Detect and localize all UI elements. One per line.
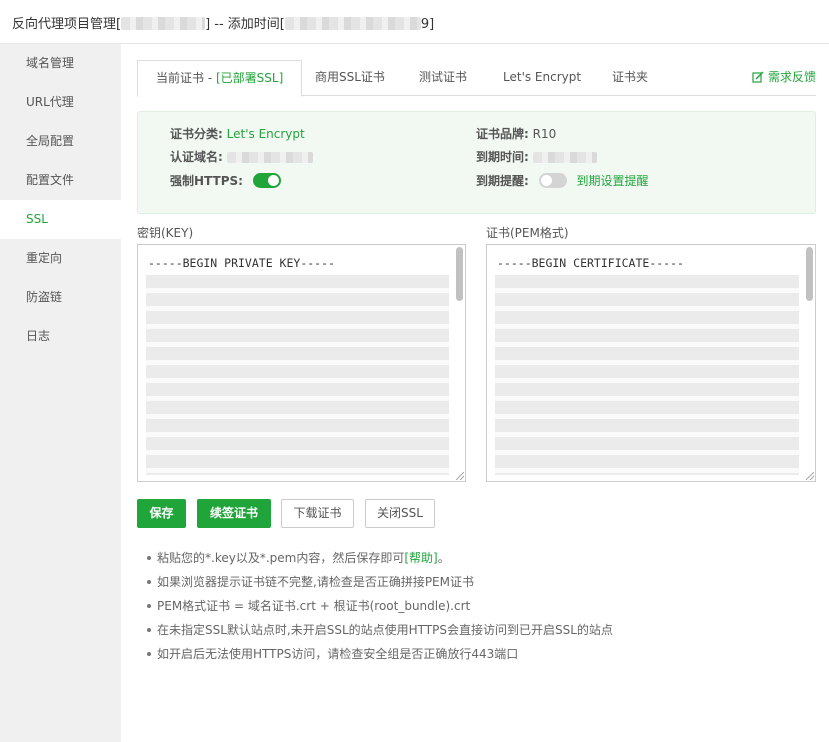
toggle-knob xyxy=(267,175,279,186)
sidebar-item-config-file[interactable]: 配置文件 xyxy=(0,161,121,200)
key-resize-handle[interactable] xyxy=(456,472,464,480)
title-suffix: 9] xyxy=(420,17,435,32)
help-link[interactable]: [帮助] xyxy=(404,551,437,565)
sidebar-item-domain[interactable]: 域名管理 xyxy=(0,44,121,83)
sidebar-item-global-config[interactable]: 全局配置 xyxy=(0,122,121,161)
tips-list: 粘贴您的*.key以及*.pem内容，然后保存即可[帮助]。 如果浏览器提示证书… xyxy=(147,546,613,666)
cert-resize-handle[interactable] xyxy=(806,472,814,480)
feedback-link[interactable]: 需求反馈 xyxy=(752,60,816,94)
save-button[interactable]: 保存 xyxy=(137,499,186,528)
close-ssl-button[interactable]: 关闭SSL xyxy=(365,499,435,528)
redacted-expire-time xyxy=(532,152,597,163)
sidebar-item-hotlink[interactable]: 防盗链 xyxy=(0,278,121,317)
tab-current-cert[interactable]: 当前证书 - [已部署SSL] xyxy=(137,60,303,97)
expire-remind-toggle[interactable] xyxy=(538,173,567,188)
sidebar-item-logs[interactable]: 日志 xyxy=(0,317,121,356)
key-first-line: -----BEGIN PRIVATE KEY----- xyxy=(148,256,335,270)
renew-cert-button[interactable]: 续签证书 xyxy=(197,499,271,528)
redacted-add-time xyxy=(284,17,421,30)
tab-lets-encrypt[interactable]: Let's Encrypt xyxy=(503,60,581,96)
ssl-tabs: 当前证书 - [已部署SSL] 商用SSL证书 测试证书 Let's Encry… xyxy=(137,60,816,97)
force-https-toggle[interactable] xyxy=(252,173,281,188)
cert-info-panel: 证书分类: Let's Encrypt 认证域名: 强制HTTPS: 证书品牌:… xyxy=(137,111,816,214)
key-label: 密钥(KEY) xyxy=(137,226,194,240)
cert-category-label: 证书分类: xyxy=(170,127,223,141)
tip-item: PEM格式证书 = 域名证书.crt + 根证书(root_bundle).cr… xyxy=(147,594,613,618)
cert-brand-row: 证书品牌: R10 xyxy=(476,125,556,143)
cert-category-value: Let's Encrypt xyxy=(226,127,305,141)
edit-icon xyxy=(752,71,764,83)
key-scrollbar[interactable] xyxy=(456,247,463,301)
tab-test-cert[interactable]: 测试证书 xyxy=(419,60,467,96)
cert-domain-label: 认证域名: xyxy=(170,150,223,164)
expire-remind-row: 到期提醒: 到期设置提醒 xyxy=(476,172,648,190)
expire-remind-link[interactable]: 到期设置提醒 xyxy=(576,174,648,188)
redacted-key-content xyxy=(146,275,449,475)
tab-current-cert-status: [已部署SSL] xyxy=(215,71,284,85)
redacted-cert-content xyxy=(495,275,799,475)
sidebar-item-redirect[interactable]: 重定向 xyxy=(0,239,121,278)
tip-item: 如果浏览器提示证书链不完整,请检查是否正确拼接PEM证书 xyxy=(147,570,613,594)
feedback-label: 需求反馈 xyxy=(767,70,816,84)
tab-cert-folder[interactable]: 证书夹 xyxy=(612,60,648,96)
tip-item: 粘贴您的*.key以及*.pem内容，然后保存即可[帮助]。 xyxy=(147,546,613,570)
window-titlebar: 反向代理项目管理[ ] -- 添加时间[ 9] xyxy=(0,0,829,44)
cert-brand-value: R10 xyxy=(532,127,557,141)
force-https-label: 强制HTTPS: xyxy=(170,174,243,188)
expire-remind-label: 到期提醒: xyxy=(476,174,529,188)
sidebar-item-url-proxy[interactable]: URL代理 xyxy=(0,83,121,122)
cert-brand-label: 证书品牌: xyxy=(476,127,529,141)
tip1-end: 。 xyxy=(437,551,450,565)
tip-item: 如开启后无法使用HTTPS访问，请检查安全组是否正确放行443端口 xyxy=(147,642,613,666)
cert-label: 证书(PEM格式) xyxy=(486,226,569,240)
window-title: 反向代理项目管理[ ] -- 添加时间[ 9] xyxy=(12,13,434,32)
title-prefix: 反向代理项目管理[ xyxy=(12,17,122,32)
cert-first-line: -----BEGIN CERTIFICATE----- xyxy=(497,256,684,270)
download-cert-button[interactable]: 下载证书 xyxy=(281,499,354,528)
tip1-text: 粘贴您的*.key以及*.pem内容，然后保存即可 xyxy=(157,551,405,565)
cert-category-row: 证书分类: Let's Encrypt xyxy=(170,125,305,143)
sidebar-item-ssl[interactable]: SSL xyxy=(0,200,121,239)
title-middle: ] -- 添加时间[ xyxy=(205,17,285,32)
redacted-project-name xyxy=(121,17,206,30)
cert-textarea[interactable]: -----BEGIN CERTIFICATE----- xyxy=(486,244,816,482)
cert-scrollbar[interactable] xyxy=(806,247,813,301)
force-https-row: 强制HTTPS: xyxy=(170,172,281,190)
tip-item: 在未指定SSL默认站点时,未开启SSL的站点使用HTTPS会直接访问到已开启SS… xyxy=(147,618,613,642)
sidebar: 域名管理 URL代理 全局配置 配置文件 SSL 重定向 防盗链 日志 xyxy=(0,44,121,742)
redacted-domain xyxy=(226,152,313,163)
cert-expire-label: 到期时间: xyxy=(476,150,529,164)
key-textarea[interactable]: -----BEGIN PRIVATE KEY----- xyxy=(137,244,466,482)
tab-current-cert-label: 当前证书 - xyxy=(156,71,216,85)
tab-commercial-ssl[interactable]: 商用SSL证书 xyxy=(315,60,385,96)
main-content: 当前证书 - [已部署SSL] 商用SSL证书 测试证书 Let's Encry… xyxy=(121,44,829,742)
cert-expire-row: 到期时间: xyxy=(476,148,597,166)
cert-domain-row: 认证域名: xyxy=(170,148,313,166)
toggle-knob xyxy=(540,175,552,186)
